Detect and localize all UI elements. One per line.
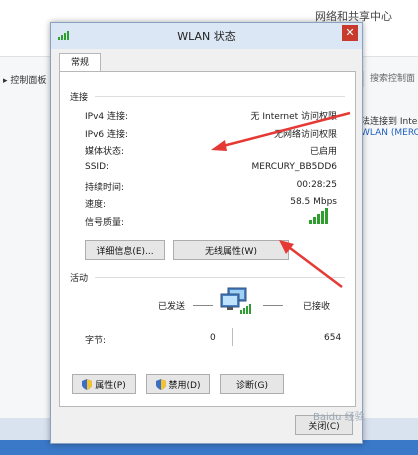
bytes-sent-value: 0 bbox=[210, 333, 216, 343]
wireless-properties-button[interactable]: 无线属性(W) bbox=[173, 240, 289, 260]
tab-general[interactable]: 常规 bbox=[59, 53, 101, 72]
uac-shield-icon bbox=[82, 378, 93, 390]
wlan-status-dialog: WLAN 状态 ✕ 常规 连接 IPv4 连接: 无 Internet 访问权限… bbox=[50, 22, 363, 444]
media-status-label: 媒体状态: bbox=[85, 147, 125, 157]
signal-bar bbox=[317, 214, 320, 224]
received-line bbox=[263, 305, 283, 306]
ssid-label: SSID: bbox=[85, 162, 110, 172]
signal-bar bbox=[321, 211, 324, 224]
annotation-arrow-ipv6 bbox=[211, 111, 351, 151]
dialog-title: WLAN 状态 bbox=[177, 30, 236, 43]
bytes-received-value: 654 bbox=[324, 333, 342, 343]
details-button[interactable]: 详细信息(E)... bbox=[85, 240, 165, 260]
signal-bar bbox=[325, 208, 328, 224]
close-window-button[interactable]: ✕ bbox=[342, 25, 358, 41]
received-label: 已接收 bbox=[303, 302, 331, 312]
close-icon: ✕ bbox=[345, 26, 355, 39]
disable-button-label: 禁用(D) bbox=[168, 380, 201, 391]
network-computers-icon bbox=[220, 287, 251, 314]
watermark: Baidu 经验 bbox=[313, 412, 365, 423]
tab-strip: 常规 bbox=[51, 49, 362, 72]
search-input[interactable]: 搜索控制面 bbox=[363, 71, 418, 87]
duration-value: 00:28:25 bbox=[296, 180, 337, 190]
ipv4-label: IPv4 连接: bbox=[85, 112, 129, 122]
bytes-label: 字节: bbox=[85, 336, 107, 346]
background-wlan-link[interactable]: WLAN (MERCU bbox=[361, 128, 418, 138]
connection-section-label: 连接 bbox=[70, 93, 89, 103]
sent-line bbox=[193, 305, 213, 306]
diagnose-button[interactable]: 诊断(G) bbox=[220, 374, 284, 394]
duration-label: 持续时间: bbox=[85, 183, 125, 193]
signal-quality-label: 信号质量: bbox=[85, 218, 125, 228]
disable-button[interactable]: 禁用(D) bbox=[146, 374, 210, 394]
breadcrumb[interactable]: ▸ 控制面板 bbox=[3, 73, 46, 86]
properties-button[interactable]: 属性(P) bbox=[72, 374, 136, 394]
uac-shield-icon bbox=[155, 378, 166, 390]
signal-strength-icon bbox=[309, 208, 328, 224]
bytes-divider bbox=[232, 328, 233, 346]
background-status-text: 法连接到 Inte bbox=[361, 117, 418, 127]
dialog-titlebar[interactable]: WLAN 状态 ✕ bbox=[51, 23, 362, 49]
signal-bar bbox=[313, 217, 316, 224]
connection-divider bbox=[95, 96, 345, 97]
properties-button-label: 属性(P) bbox=[95, 380, 126, 391]
activity-section-label: 活动 bbox=[70, 274, 89, 284]
speed-label: 速度: bbox=[85, 200, 107, 210]
ipv6-label: IPv6 连接: bbox=[85, 130, 129, 140]
breadcrumb-control-panel[interactable]: 控制面板 bbox=[10, 76, 46, 86]
signal-bar bbox=[309, 220, 312, 224]
ssid-value: MERCURY_BB5DD6 bbox=[251, 162, 337, 172]
sent-label: 已发送 bbox=[158, 302, 186, 312]
annotation-arrow-wireless-properties bbox=[279, 240, 343, 288]
